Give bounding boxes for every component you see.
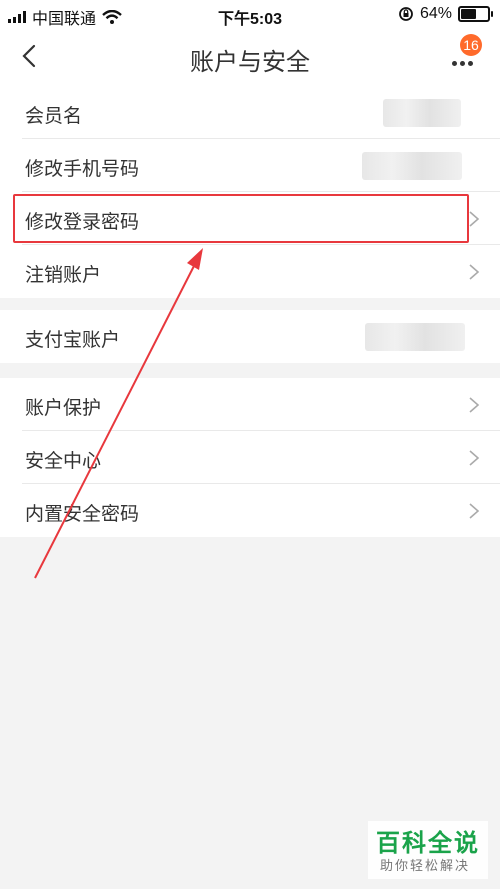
chevron-right-icon [469, 503, 480, 519]
alipay-group: 支付宝账户 [0, 310, 500, 363]
row-label: 支付宝账户 [25, 330, 121, 351]
chevron-right-icon [469, 397, 480, 413]
row-label: 修改手机号码 [25, 159, 140, 180]
chevron-right-icon [469, 211, 480, 227]
battery-icon [458, 6, 493, 22]
blurred-value [362, 152, 462, 180]
blurred-value [365, 323, 465, 351]
status-right: 64% [398, 5, 493, 23]
more-button[interactable]: 16 [446, 34, 486, 78]
watermark-subtitle: 助你轻松解决 [380, 858, 471, 873]
chevron-right-icon [469, 264, 480, 280]
row-change-phone[interactable]: 修改手机号码 [0, 139, 500, 192]
row-account-protection[interactable]: 账户保护 [0, 378, 500, 431]
orientation-lock-icon [399, 7, 413, 21]
notification-badge: 16 [460, 34, 482, 56]
more-dots-icon [452, 61, 473, 66]
nav-bar: 账户与安全 16 [0, 30, 500, 86]
row-label: 内置安全密码 [25, 504, 140, 525]
page-title: 账户与安全 [190, 49, 310, 76]
battery-percent: 64% [419, 5, 452, 22]
blurred-value [383, 99, 461, 127]
row-cancel-account[interactable]: 注销账户 [0, 245, 500, 298]
row-security-center[interactable]: 安全中心 [0, 431, 500, 484]
row-label: 会员名 [25, 106, 83, 127]
watermark-logo: 百科全说 助你轻松解决 [368, 821, 488, 879]
watermark-title: 百科全说 [376, 830, 480, 857]
row-alipay-account[interactable]: 支付宝账户 [0, 310, 500, 363]
security-group: 账户保护 安全中心 内置安全密码 [0, 378, 500, 537]
row-change-login-password[interactable]: 修改登录密码 [0, 192, 500, 245]
row-builtin-security-password[interactable]: 内置安全密码 [0, 484, 500, 537]
row-label: 账户保护 [25, 398, 102, 419]
account-group: 会员名 修改手机号码 修改登录密码 注销账户 [0, 86, 500, 298]
row-label: 修改登录密码 [25, 212, 140, 233]
status-bar: 中国联通 下午5:03 64% [0, 0, 500, 30]
chevron-right-icon [469, 450, 480, 466]
row-label: 安全中心 [25, 451, 102, 472]
row-member-name[interactable]: 会员名 [0, 86, 500, 139]
row-label: 注销账户 [25, 265, 102, 286]
